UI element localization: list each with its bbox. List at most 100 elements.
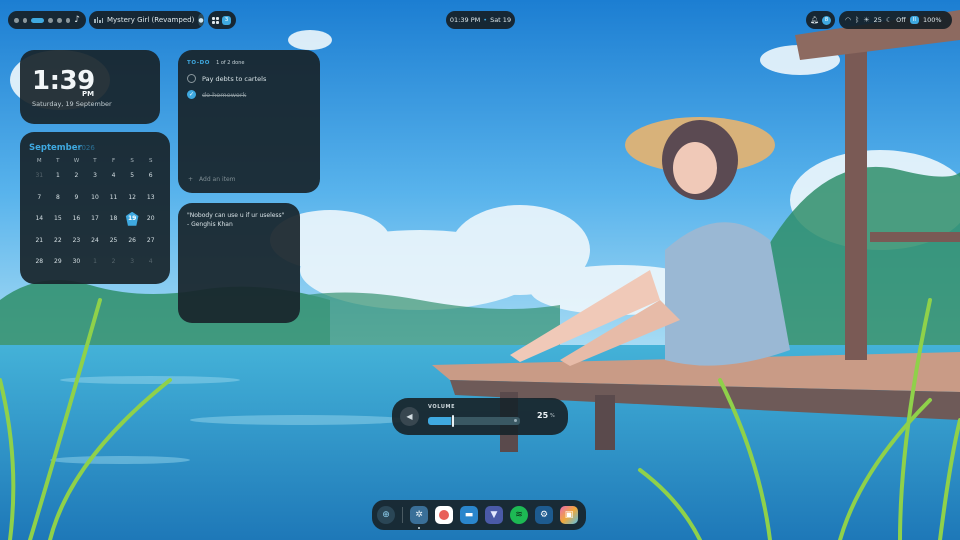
calendar-year: 2026 bbox=[77, 144, 95, 152]
workspace-indicator[interactable]: ♪ bbox=[8, 11, 86, 29]
search-icon[interactable]: ⊕ bbox=[377, 506, 395, 524]
todo-progress: 1 of 2 done bbox=[216, 60, 245, 66]
calendar-weekday: F bbox=[111, 158, 116, 164]
calendar-weekday: W bbox=[73, 158, 80, 164]
calendar-day-number: 2 bbox=[74, 172, 79, 180]
workspace-dot[interactable] bbox=[48, 17, 53, 23]
calendar-day[interactable]: 22 bbox=[49, 230, 68, 252]
calendar-day[interactable]: 27 bbox=[141, 230, 160, 252]
calendar-day-number: 16 bbox=[72, 215, 81, 223]
calendar-day[interactable]: 4 bbox=[104, 165, 123, 187]
calendar-day[interactable]: 26 bbox=[123, 230, 142, 252]
calendar-month: September bbox=[29, 143, 82, 153]
calendar-day[interactable]: 16 bbox=[67, 208, 86, 230]
calendar-day[interactable]: 8 bbox=[49, 187, 68, 209]
calendar-day-number: 1 bbox=[93, 258, 97, 266]
grid-icon bbox=[212, 16, 219, 24]
bluetooth-icon: ᛒ bbox=[855, 16, 860, 24]
volume-unit: % bbox=[550, 413, 555, 419]
checkbox[interactable] bbox=[187, 74, 196, 83]
calendar-day[interactable]: 3 bbox=[123, 251, 142, 273]
bell-icon: 🔔︎ bbox=[810, 16, 819, 24]
clock-date: Saturday, 19 September bbox=[32, 100, 112, 108]
calendar-day[interactable]: 2 bbox=[67, 165, 86, 187]
calendar-day-number: 23 bbox=[72, 236, 81, 244]
calendar-day-number: 29 bbox=[54, 258, 62, 266]
calendar-day[interactable]: 25 bbox=[104, 230, 123, 252]
quote-text: "Nobody can use u if ur useless" - Gengh… bbox=[187, 212, 285, 228]
calendar-day-number: 20 bbox=[146, 215, 155, 223]
calendar-day[interactable]: 10 bbox=[86, 187, 105, 209]
volume-label: VOLUME bbox=[428, 404, 456, 410]
calendar-day[interactable]: 13 bbox=[141, 187, 160, 209]
volume-handle[interactable] bbox=[452, 415, 454, 427]
calendar-day[interactable]: 4 bbox=[141, 251, 160, 273]
plus-icon: + bbox=[188, 176, 194, 183]
calendar-day[interactable]: 23 bbox=[67, 230, 86, 252]
notification-count: 8 bbox=[821, 15, 831, 25]
calendar-day[interactable]: 15 bbox=[49, 208, 68, 230]
add-item-button[interactable]: + Add an item bbox=[188, 176, 236, 183]
calendar-day[interactable]: 14 bbox=[30, 208, 49, 230]
calendar-day[interactable]: 11 bbox=[104, 187, 123, 209]
calendar-day[interactable]: 12 bbox=[123, 187, 142, 209]
volume-osd: ◀︎ VOLUME 25 % bbox=[392, 398, 568, 435]
todo-item[interactable]: Pay debts to cartels bbox=[187, 74, 266, 83]
todo-item-text: Pay debts to cartels bbox=[202, 74, 267, 83]
calendar-day-today[interactable]: 19 bbox=[123, 208, 142, 230]
volume-value: 25 bbox=[537, 411, 549, 420]
workspace-dot[interactable] bbox=[14, 17, 19, 23]
gear-icon[interactable]: ✲ bbox=[410, 506, 428, 529]
media-player-pill[interactable]: Mystery Girl (Revamped) ● bbox=[89, 11, 204, 29]
calendar-day[interactable]: 21 bbox=[30, 230, 49, 252]
calendar-day[interactable]: 31 bbox=[30, 165, 49, 187]
calendar-day[interactable]: 1 bbox=[49, 165, 68, 187]
calendar-day[interactable]: 7 bbox=[30, 187, 49, 209]
app-grid-button[interactable]: 3 bbox=[208, 11, 236, 29]
spotify-icon[interactable]: ≋ bbox=[510, 506, 528, 524]
calendar-day[interactable]: 30 bbox=[67, 251, 86, 273]
battery-value: 100% bbox=[923, 16, 942, 24]
shield-icon[interactable]: ▼ bbox=[485, 506, 503, 524]
music-note-icon[interactable]: ♪ bbox=[74, 15, 80, 25]
calendar-day[interactable]: 17 bbox=[86, 208, 105, 230]
calendar-day-number: 10 bbox=[91, 193, 99, 201]
topbar-clock[interactable]: 01:39 PM • Sat 19 bbox=[446, 11, 515, 29]
record-icon[interactable] bbox=[435, 506, 453, 524]
workspace-dot-active[interactable] bbox=[31, 17, 45, 23]
todo-item[interactable]: ✓ do homework bbox=[187, 90, 246, 99]
workspace-dot[interactable] bbox=[65, 17, 71, 23]
steam-icon[interactable]: ⚙ bbox=[535, 506, 553, 524]
calendar-day-number: 22 bbox=[54, 236, 62, 244]
calendar-day[interactable]: 5 bbox=[123, 165, 142, 187]
notifications-button[interactable]: 🔔︎ 8 bbox=[806, 11, 835, 29]
calendar-day[interactable]: 2 bbox=[104, 251, 123, 273]
calendar-day-number: 3 bbox=[130, 258, 135, 266]
calendar-day-number: 8 bbox=[55, 193, 60, 201]
workspace-dot[interactable] bbox=[22, 17, 28, 23]
clock-widget: 1:39 PM Saturday, 19 September bbox=[20, 50, 160, 124]
calendar-day[interactable]: 20 bbox=[141, 208, 160, 230]
calendar-day-number: 2 bbox=[111, 258, 116, 266]
calendar-day[interactable]: 28 bbox=[30, 251, 49, 273]
dnd-icon: ☾ bbox=[885, 16, 893, 24]
topbar-separator: • bbox=[483, 16, 488, 24]
folder-icon[interactable]: ▬ bbox=[460, 506, 478, 524]
calendar-day[interactable]: 29 bbox=[49, 251, 68, 273]
calendar-day[interactable]: 1 bbox=[86, 251, 105, 273]
volume-slider[interactable] bbox=[428, 415, 520, 427]
calendar-day[interactable]: 3 bbox=[86, 165, 105, 187]
media-play-button[interactable]: ● bbox=[198, 14, 204, 26]
calendar-day-number: 4 bbox=[148, 258, 153, 266]
checkbox-checked[interactable]: ✓ bbox=[187, 90, 196, 99]
calendar-day[interactable]: 24 bbox=[86, 230, 105, 252]
workspace-dot[interactable] bbox=[56, 17, 62, 23]
todo-widget: TO-DO 1 of 2 done Pay debts to cartels ✓… bbox=[178, 50, 320, 193]
calendar-day[interactable]: 18 bbox=[104, 208, 123, 230]
system-status-pill[interactable]: ◠ ᛒ ☀ 25 ☾ Off II 100% bbox=[839, 11, 952, 29]
calendar-day[interactable]: 6 bbox=[141, 165, 160, 187]
calendar-day[interactable]: 9 bbox=[67, 187, 86, 209]
picture-icon[interactable]: ▣ bbox=[560, 506, 578, 524]
calendar-day-number: 27 bbox=[146, 236, 155, 244]
brightness-icon: ☀ bbox=[863, 16, 870, 24]
